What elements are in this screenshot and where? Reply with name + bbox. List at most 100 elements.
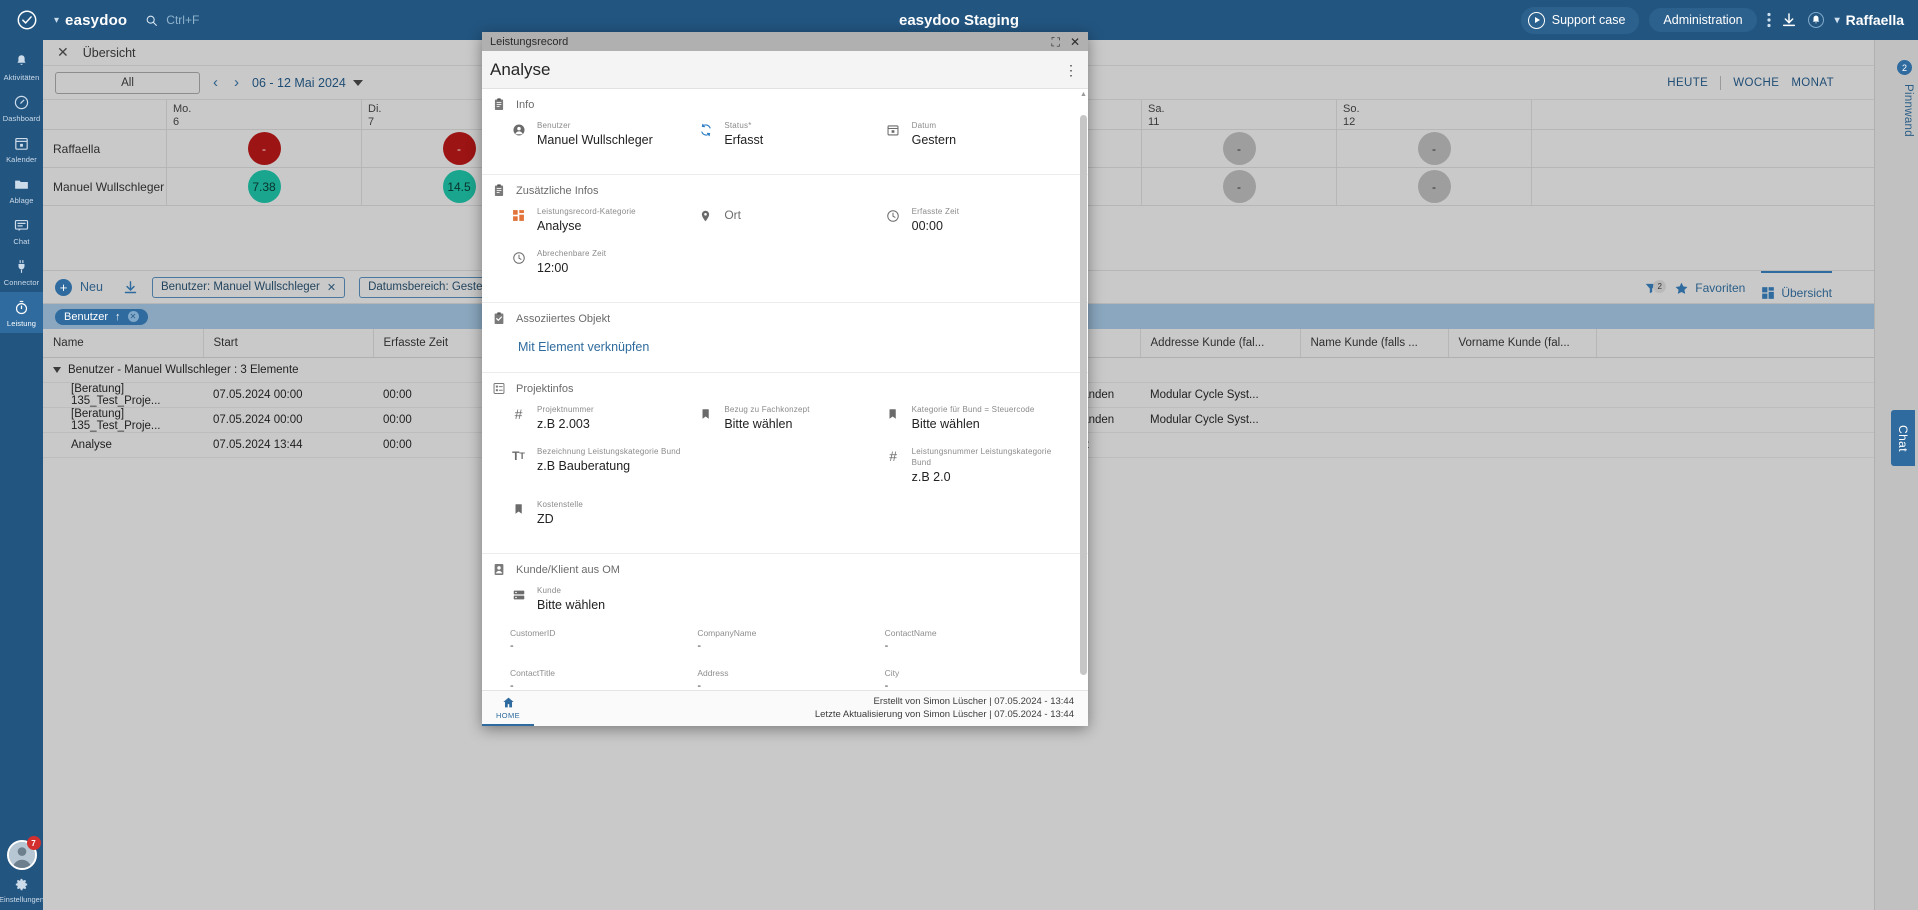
chat-tab[interactable]: Chat [1891,410,1915,466]
calendar-cell[interactable]: - [1142,167,1337,206]
export-download-button[interactable] [123,280,138,295]
link-element-button[interactable]: Mit Element verknüpfen [518,340,649,354]
field-value: z.B 2.003 [537,417,590,431]
sidebar-item-ablage[interactable]: Ablage [0,169,43,210]
favorites-button[interactable]: Favoriten [1674,281,1745,296]
column-header-name[interactable]: Name [43,329,204,358]
administration-button[interactable]: Administration [1649,8,1757,32]
download-icon[interactable] [1781,12,1797,28]
sidebar-item-kalender[interactable]: Kalender [0,128,43,169]
calendar-cell[interactable]: - [1142,129,1337,168]
calendar-cell[interactable]: - [1337,167,1532,206]
cell-addresse-kunde [1140,432,1300,458]
sidebar-item-chat[interactable]: Chat [0,210,43,251]
field-status[interactable]: Status* Erfasst [697,120,884,148]
day-of-week: Mo. [173,103,192,115]
group-label-text: Benutzer - Manuel Wullschleger : 3 Eleme… [68,363,299,376]
search-input[interactable]: Ctrl+F [145,13,199,27]
field-bezeichnung-leistungskategorie-bund[interactable]: TT Bezeichnung Leistungskategorie Bund z… [510,446,697,485]
chevron-down-icon[interactable]: ▾ [54,15,59,26]
field-bezug-zu-fachkonzept[interactable]: Bezug zu Fachkonzept Bitte wählen [697,404,884,432]
arrow-up-icon[interactable]: ↑ [115,311,121,323]
chevron-left-icon[interactable]: ‹ [210,74,221,91]
pinnwand-tab[interactable]: Pinnwand [1902,84,1914,137]
view-button-woche[interactable]: WOCHE [1733,77,1779,89]
view-button-monat[interactable]: MONAT [1791,77,1834,89]
field-label: City [884,668,900,678]
column-header-vorname-kunde[interactable]: Vorname Kunde (fal... [1448,329,1597,358]
filter-all-select[interactable]: All [55,71,200,94]
section-fields: Leistungsrecord-Kategorie Analyse Ort Er… [492,206,1072,290]
column-header-name-kunde[interactable]: Name Kunde (falls ... [1300,329,1449,358]
support-case-button[interactable]: Support case [1520,6,1640,34]
dialog-footer: HOME Erstellt von Simon Lüscher | 07.05.… [482,690,1088,726]
value-bubble: - [1222,132,1256,165]
view-button-heute[interactable]: HEUTE [1667,77,1708,89]
app-logo[interactable] [0,9,54,31]
user-menu[interactable]: ▾ Raffaella [1835,12,1904,28]
cell-addresse-kunde: Modular Cycle Syst... [1140,382,1300,408]
cell-spacer [1596,432,1874,458]
new-button[interactable]: + Neu [55,278,103,296]
maximize-icon[interactable]: ⛶ [1052,36,1060,48]
section-label: Assoziiertes Objekt [516,312,611,325]
scrollbar-thumb[interactable] [1080,115,1087,675]
sidebar-item-leistung[interactable]: Leistung [0,292,43,333]
filter-chip-benutzer[interactable]: Benutzer: Manuel Wullschleger ✕ [151,276,346,298]
sidebar-item-einstellungen[interactable]: Einstellungen [0,876,44,904]
workspace-tab-label[interactable]: Übersicht [83,46,136,60]
more-vertical-icon[interactable]: ⋮ [1064,63,1078,77]
list-icon [493,383,505,394]
chevron-down-icon[interactable] [53,366,61,373]
plus-icon: + [55,278,72,296]
filter-button[interactable]: 2 [1644,280,1667,295]
section-zusaetzliche-infos: Zusätzliche Infos Leistungsrecord-Katego… [482,175,1088,303]
calendar-view-buttons: HEUTE WOCHE MONAT [1667,66,1834,100]
date-range-picker[interactable]: 06 - 12 Mai 2024 [252,76,363,90]
overview-button[interactable]: Übersicht [1761,271,1832,305]
bell-icon[interactable] [1807,11,1825,29]
category-icon [510,206,527,222]
field-label: Kategorie für Bund = Steuercode [911,405,1035,414]
close-icon[interactable]: ✕ [327,281,336,294]
sidebar-item-connector[interactable]: Connector [0,251,43,292]
tab-home[interactable]: HOME [482,691,534,726]
field-benutzer[interactable]: Benutzer Manuel Wullschleger [510,120,697,148]
field-leistungsrecord-kategorie[interactable]: Leistungsrecord-Kategorie Analyse [510,206,697,234]
chevron-right-icon[interactable]: › [231,74,242,91]
calendar-cell[interactable]: 7.38 [167,167,362,206]
column-header-addresse-kunde[interactable]: Addresse Kunde (fal... [1140,329,1301,358]
column-header-start[interactable]: Start [203,329,374,358]
close-icon[interactable]: ✕ [127,311,139,322]
more-vertical-icon[interactable] [1767,12,1771,28]
field-kunde[interactable]: Kunde Bitte wählen [510,585,697,613]
field-value: z.B 2.0 [911,470,951,484]
star-icon [1675,282,1688,294]
field-abrechenbare-zeit[interactable]: Abrechenbare Zeit 12:00 [510,248,697,276]
field-kategorie-bund-steuercode[interactable]: Kategorie für Bund = Steuercode Bitte wä… [885,404,1072,432]
calendar-cell[interactable]: - [1337,129,1532,168]
cell-name-kunde [1300,432,1448,458]
field-ort[interactable]: Ort [697,206,884,234]
favorites-label: Favoriten [1695,281,1746,295]
sidebar-item-aktivitaeten[interactable]: Aktivitäten [0,46,43,87]
scroll-up-icon[interactable]: ▲ [1080,91,1087,98]
field-kostenstelle[interactable]: Kostenstelle ZD [510,499,697,527]
cell-vorname-kunde [1448,407,1596,433]
field-leistungsnummer-leistungskategorie-bund[interactable]: # Leistungsnummer Leistungskategorie Bun… [885,446,1072,485]
close-icon[interactable]: ✕ [57,44,69,61]
close-icon[interactable]: ✕ [1070,36,1080,48]
field-value: 00:00 [911,219,943,233]
field-datum[interactable]: Datum Gestern [885,120,1072,148]
calendar-cell[interactable]: - [167,129,362,168]
sidebar-item-dashboard[interactable]: Dashboard [0,87,43,128]
grid-right-tools: 2 Favoriten Übersicht [1644,271,1832,305]
support-case-label: Support case [1551,13,1626,27]
field-erfasste-zeit[interactable]: Erfasste Zeit 00:00 [885,206,1072,234]
dialog-scroll-area[interactable]: Info Benutzer Manuel Wullschleger Status… [482,89,1088,690]
field-projektnummer[interactable]: # Projektnummer z.B 2.003 [510,404,697,432]
date-range-label: 06 - 12 Mai 2024 [252,75,346,90]
avatar[interactable]: 7 [6,836,41,870]
dialog-scrollbar[interactable]: ▲ [1080,89,1087,690]
group-chip-benutzer[interactable]: Benutzer ↑ ✕ [55,308,148,325]
